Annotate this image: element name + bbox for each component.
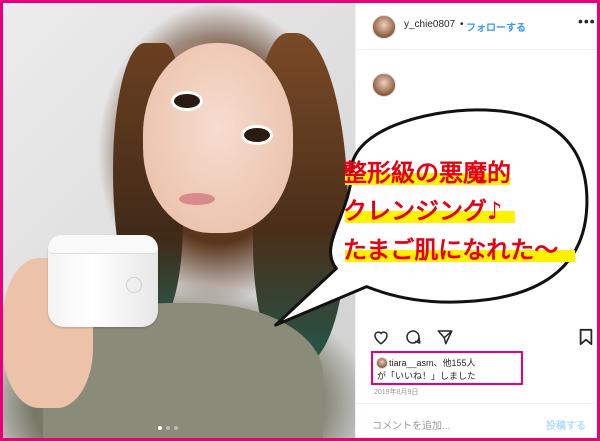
callout-line-3: たまご肌になれた〜	[343, 236, 559, 264]
callout-line-1: 整形級の悪魔的	[343, 159, 511, 187]
instagram-screenshot-frame: y_chie0807 • フォローする ••• tiara__asm、他155人…	[3, 3, 597, 438]
callout-line-2: クレンジング♪	[343, 197, 503, 225]
